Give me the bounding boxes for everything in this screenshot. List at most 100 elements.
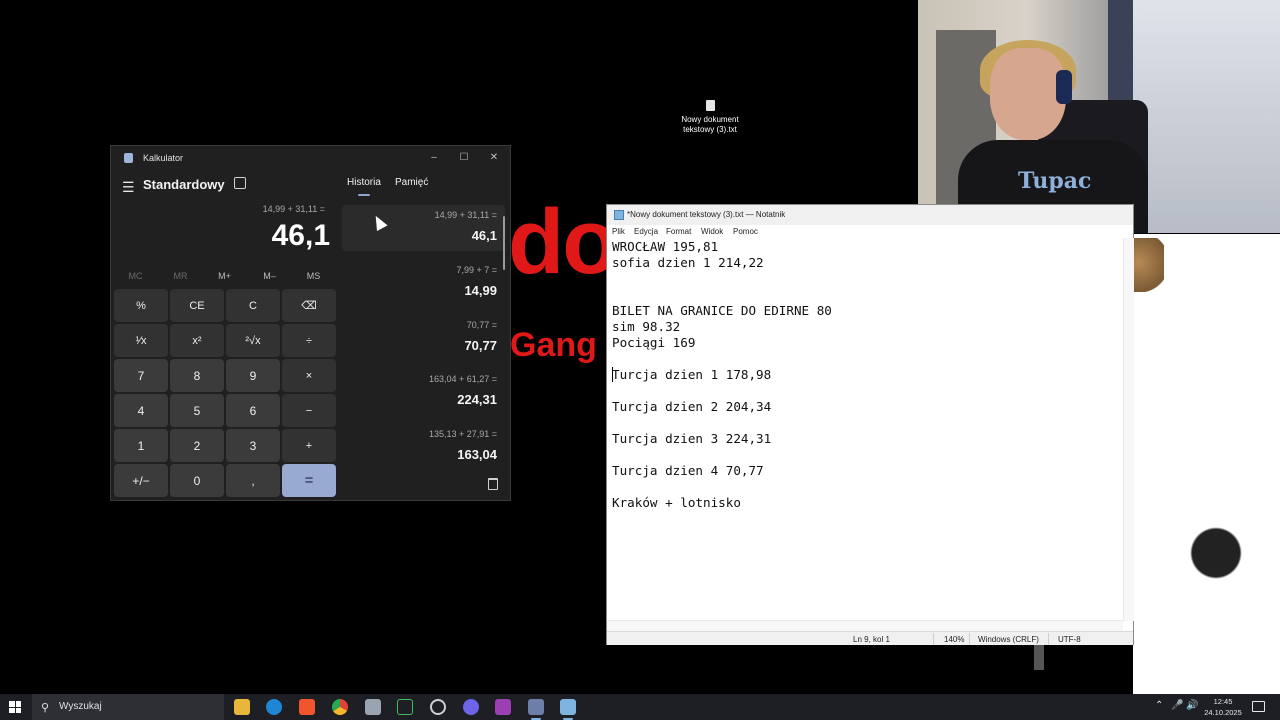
notepad-line: Turcja dzien 4 70,77: [612, 463, 764, 478]
taskbar-clock[interactable]: 12:45 24.10.2025: [1201, 696, 1245, 718]
windows-start-icon[interactable]: [9, 701, 21, 713]
digit-4-button[interactable]: 4: [114, 394, 168, 427]
app-icon[interactable]: [365, 699, 381, 715]
brave-icon[interactable]: [299, 699, 315, 715]
history-expression: 135,13 + 27,91 =: [428, 429, 497, 439]
history-result: 46,1: [471, 228, 497, 243]
text-file-icon: [705, 100, 715, 111]
horizontal-scrollbar[interactable]: [607, 620, 1123, 631]
memory-store-button[interactable]: MS: [291, 271, 336, 281]
equals-button[interactable]: =: [282, 464, 336, 497]
overlay-small-text: Gang: [510, 326, 597, 364]
close-icon[interactable]: ✕: [487, 151, 501, 165]
app-icon[interactable]: [495, 699, 511, 715]
desktop-file-icon[interactable]: Nowy dokument tekstowy (3).txt: [670, 98, 750, 135]
notification-icon[interactable]: [1252, 701, 1265, 712]
menu-view[interactable]: Widok: [701, 227, 723, 236]
reciprocal-button[interactable]: ¹⁄x: [114, 324, 168, 357]
history-expression: 70,77 =: [466, 320, 497, 330]
divide-button[interactable]: ÷: [282, 324, 336, 357]
edge-icon[interactable]: [266, 699, 282, 715]
memory-subtract-button[interactable]: M–: [247, 271, 292, 281]
webcam-window: [1133, 0, 1280, 233]
menu-icon[interactable]: ☰: [122, 179, 135, 196]
trash-icon[interactable]: [488, 478, 498, 490]
app-icon[interactable]: [430, 699, 446, 715]
vertical-scrollbar[interactable]: [1123, 238, 1134, 621]
history-result: 163,04: [457, 447, 497, 462]
notepad-line: Turcja dzien 1 178,98: [612, 367, 772, 382]
digit-2-button[interactable]: 2: [170, 429, 224, 462]
square-root-button[interactable]: ²√x: [226, 324, 280, 357]
keep-on-top-icon[interactable]: [234, 177, 246, 189]
notepad-line: Turcja dzien 3 224,31: [612, 431, 772, 446]
digit-6-button[interactable]: 6: [226, 394, 280, 427]
search-icon: ⚲: [41, 702, 50, 714]
digit-8-button[interactable]: 8: [170, 359, 224, 392]
microphone-icon[interactable]: 🎤: [1171, 700, 1183, 711]
history-result: 70,77: [464, 338, 497, 353]
maximize-icon[interactable]: ☐: [457, 151, 471, 165]
tab-memory[interactable]: Pamięć: [395, 177, 428, 188]
notepad-menubar: Plik Edycja Format Widok Pomoc: [607, 225, 1133, 238]
file-explorer-icon[interactable]: [234, 699, 250, 715]
calculator-titlebar[interactable]: Kalkulator – ☐ ✕: [111, 146, 510, 170]
terminal-icon[interactable]: [397, 699, 413, 715]
menu-edit[interactable]: Edycja: [634, 227, 658, 236]
notepad-text-area[interactable]: WROCŁAW 195,81 sofia dzien 1 214,22 BILET…: [612, 239, 1122, 511]
calculator-display: 46,1: [271, 219, 330, 252]
search-label: Wyszukaj: [59, 701, 102, 712]
calculator-window[interactable]: Kalkulator – ☐ ✕ ☰ Standardowy 14,99 + 3…: [110, 145, 511, 501]
backspace-button[interactable]: ⌫: [282, 289, 336, 322]
memory-clear-button[interactable]: MC: [113, 271, 158, 281]
menu-file[interactable]: Plik: [612, 227, 625, 236]
multiply-button[interactable]: ×: [282, 359, 336, 392]
webcam-head: [990, 48, 1066, 140]
webcam-feed: Tupac: [918, 0, 1280, 233]
chrome-icon[interactable]: [332, 699, 348, 715]
digit-3-button[interactable]: 3: [226, 429, 280, 462]
minimize-icon[interactable]: –: [427, 151, 441, 165]
memory-recall-button[interactable]: MR: [158, 271, 203, 281]
volume-icon[interactable]: 🔊: [1186, 700, 1198, 711]
menu-help[interactable]: Pomoc: [733, 227, 758, 236]
discord-icon[interactable]: [463, 699, 479, 715]
history-item[interactable]: 70,77 = 70,77: [347, 320, 497, 353]
calculator-mode-title: Standardowy: [143, 177, 225, 192]
history-item[interactable]: 7,99 + 7 = 14,99: [347, 265, 497, 298]
digit-0-button[interactable]: 0: [170, 464, 224, 497]
calculator-taskbar-icon[interactable]: [528, 699, 544, 720]
clear-entry-button[interactable]: CE: [170, 289, 224, 322]
notepad-titlebar[interactable]: *Nowy dokument tekstowy (3).txt — Notatn…: [607, 205, 1133, 225]
notepad-line: [612, 447, 1122, 463]
digit-7-button[interactable]: 7: [114, 359, 168, 392]
taskbar-search[interactable]: ⚲ Wyszukaj: [32, 694, 224, 720]
notepad-line: Kraków + lotnisko: [612, 495, 741, 510]
overlay-sticker: [1186, 522, 1246, 584]
tab-history[interactable]: Historia: [347, 177, 381, 188]
notepad-taskbar-icon[interactable]: [560, 699, 576, 720]
history-item[interactable]: 14,99 + 31,11 = 46,1: [347, 210, 497, 243]
negate-button[interactable]: +/−: [114, 464, 168, 497]
notepad-line: WROCŁAW 195,81: [612, 239, 719, 254]
digit-9-button[interactable]: 9: [226, 359, 280, 392]
subtract-button[interactable]: −: [282, 394, 336, 427]
digit-5-button[interactable]: 5: [170, 394, 224, 427]
percent-button[interactable]: %: [114, 289, 168, 322]
history-scrollbar[interactable]: [503, 216, 505, 270]
digit-1-button[interactable]: 1: [114, 429, 168, 462]
chevron-up-icon[interactable]: ⌃: [1155, 700, 1163, 711]
notepad-app-icon: [614, 210, 624, 220]
square-button[interactable]: x²: [170, 324, 224, 357]
calculator-title: Kalkulator: [143, 153, 184, 163]
overlay-big-text: do: [508, 191, 618, 293]
clear-button[interactable]: C: [226, 289, 280, 322]
notepad-window[interactable]: *Nowy dokument tekstowy (3).txt — Notatn…: [606, 204, 1134, 645]
menu-format[interactable]: Format: [666, 227, 691, 236]
history-item[interactable]: 135,13 + 27,91 = 163,04: [347, 429, 497, 462]
history-item[interactable]: 163,04 + 61,27 = 224,31: [347, 374, 497, 407]
add-button[interactable]: +: [282, 429, 336, 462]
history-expression: 163,04 + 61,27 =: [428, 374, 497, 384]
decimal-button[interactable]: ,: [226, 464, 280, 497]
memory-add-button[interactable]: M+: [202, 271, 247, 281]
